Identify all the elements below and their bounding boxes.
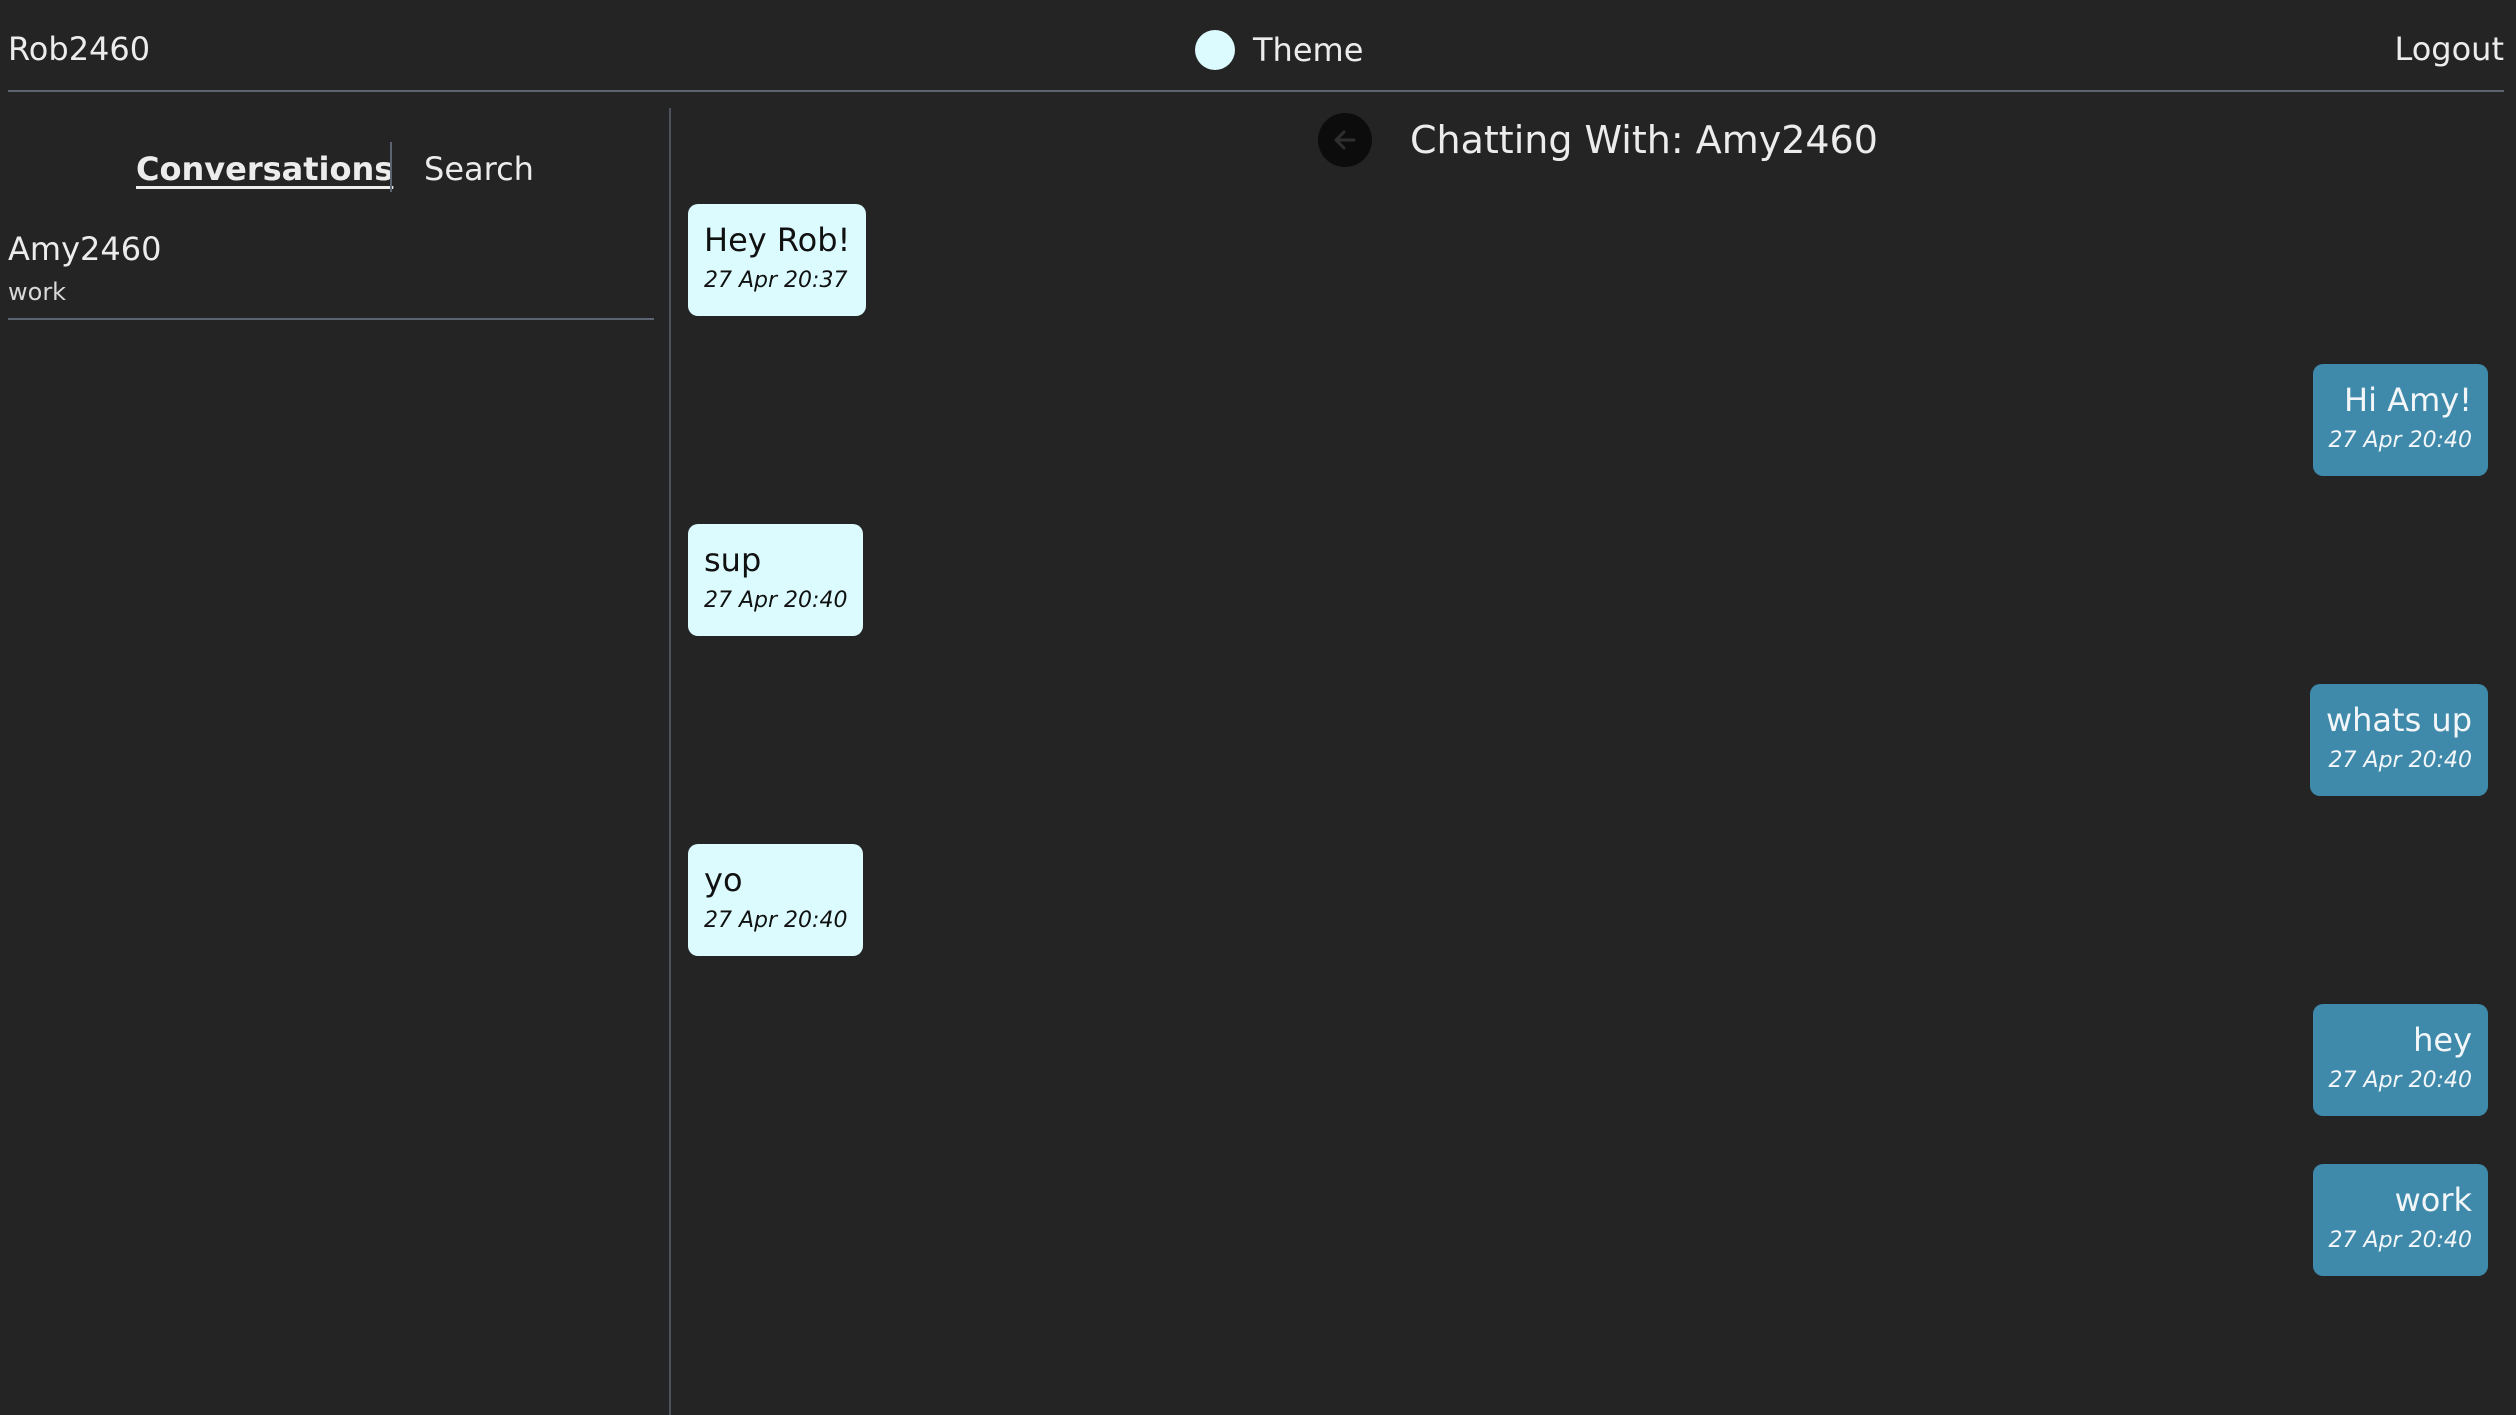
- theme-label: Theme: [1253, 31, 1364, 69]
- arrow-left-icon: [1334, 130, 1356, 150]
- current-username: Rob2460: [8, 30, 151, 68]
- sidebar-tabs: Conversations Search: [8, 142, 662, 192]
- message-bubble-sent: Hi Amy! 27 Apr 20:40: [2312, 364, 2488, 476]
- tab-divider: [390, 142, 392, 192]
- conversation-name: Amy2460: [8, 230, 162, 268]
- message-text: work: [2394, 1181, 2472, 1219]
- logout-button[interactable]: Logout: [2394, 30, 2504, 68]
- message-timestamp: 27 Apr 20:40: [2328, 748, 2472, 773]
- message-bubble-received: Hey Rob! 27 Apr 20:37: [688, 204, 867, 316]
- conversation-item[interactable]: Amy2460 work: [8, 224, 654, 320]
- theme-toggle[interactable]: Theme: [1195, 30, 1363, 70]
- tab-conversations[interactable]: Conversations: [136, 150, 393, 188]
- message-timestamp: 27 Apr 20:40: [2328, 1228, 2472, 1253]
- message-timestamp: 27 Apr 20:40: [704, 588, 848, 613]
- message-bubble-sent: whats up 27 Apr 20:40: [2309, 684, 2488, 796]
- message-timestamp: 27 Apr 20:40: [2328, 1068, 2472, 1093]
- message-bubble-received: sup 27 Apr 20:40: [688, 524, 864, 636]
- tab-search[interactable]: Search: [424, 150, 534, 188]
- top-bar: Rob2460 Theme Logout: [8, 0, 2504, 92]
- conversation-last-message: work: [8, 278, 67, 306]
- message-text: whats up: [2325, 701, 2472, 739]
- message-bubble-sent: work 27 Apr 20:40: [2312, 1164, 2488, 1276]
- chat-header: Chatting With: Amy2460: [1318, 112, 1878, 168]
- message-bubble-received: yo 27 Apr 20:40: [688, 844, 864, 956]
- message-text: Hi Amy!: [2344, 381, 2472, 419]
- sidebar: Conversations Search Amy2460 work: [8, 108, 670, 1415]
- message-bubble-sent: hey 27 Apr 20:40: [2312, 1004, 2488, 1116]
- message-text: hey: [2413, 1021, 2472, 1059]
- message-text: yo: [704, 861, 743, 899]
- chat-title: Chatting With: Amy2460: [1410, 118, 1878, 162]
- message-text: sup: [704, 541, 762, 579]
- message-text: Hey Rob!: [704, 221, 851, 259]
- message-timestamp: 27 Apr 20:40: [2328, 428, 2472, 453]
- back-button[interactable]: [1318, 113, 1372, 167]
- theme-circle-icon: [1195, 30, 1235, 70]
- sidebar-divider: [669, 108, 671, 1415]
- message-timestamp: 27 Apr 20:40: [704, 908, 848, 933]
- message-timestamp: 27 Apr 20:37: [704, 268, 848, 293]
